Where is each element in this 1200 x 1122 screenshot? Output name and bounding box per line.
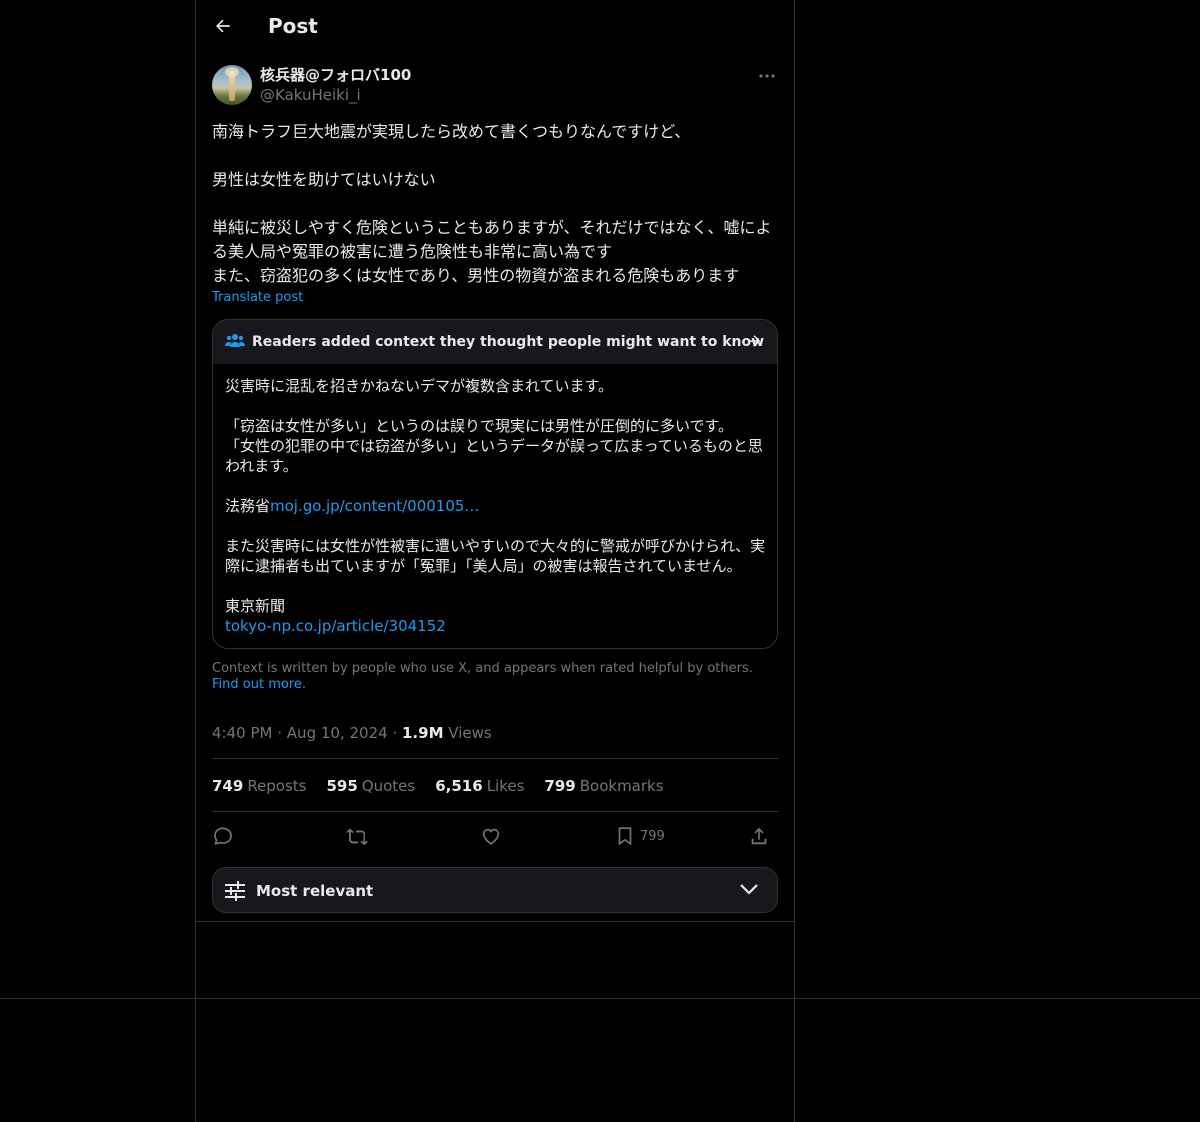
reply-sort-dropdown[interactable]: Most relevant — [212, 867, 778, 913]
like-icon — [482, 828, 500, 845]
more-horizontal-icon — [759, 74, 775, 78]
arrow-right-icon[interactable] — [745, 332, 763, 350]
sort-label: Most relevant — [256, 882, 374, 900]
reply-button[interactable] — [212, 822, 234, 850]
repost-icon — [346, 828, 368, 846]
bookmark-count: 799 — [640, 828, 665, 844]
bookmark-icon — [618, 827, 632, 846]
views-label: Views — [448, 724, 492, 742]
reposts-stat[interactable]: 749 Reposts — [212, 777, 307, 795]
note-source-label: 東京新聞 — [225, 597, 286, 615]
translate-post-link[interactable]: Translate post — [212, 290, 303, 305]
sliders-icon — [225, 881, 245, 901]
note-footer: Context is written by people who use X, … — [212, 661, 772, 693]
note-paragraph: 「窃盗は女性が多い」というのは誤りで現実には男性が圧倒的に多いです。 「女性の犯… — [225, 417, 763, 475]
note-source-label: 法務省 — [225, 497, 271, 515]
post-stats: 749 Reposts 595 Quotes 6,516 Likes 799 Bookm… — [212, 777, 664, 795]
community-note-body: 災害時に混乱を招きかねないデマが複数含まれています。 「窃盗は女性が多い」という… — [225, 376, 767, 636]
author-handle[interactable]: @KakuHeiki_i — [260, 86, 361, 104]
author-display-name[interactable]: 核兵器@フォロバ100 — [260, 64, 411, 85]
divider — [196, 921, 794, 922]
community-note-header[interactable]: Readers added context they thought peopl… — [213, 320, 777, 364]
find-out-more-link[interactable]: Find out more. — [212, 677, 306, 692]
note-paragraph: また災害時には女性が性被害に遭いやすいので大々的に警戒が呼びかけられ、実際に逮捕… — [225, 537, 766, 575]
people-icon — [225, 334, 245, 347]
note-footer-text: Context is written by people who use X, … — [212, 661, 753, 676]
like-button[interactable] — [480, 822, 502, 850]
divider — [212, 758, 778, 759]
divider — [212, 811, 778, 812]
share-icon — [751, 827, 767, 845]
post-date[interactable]: Aug 10, 2024 — [287, 724, 388, 742]
post-meta: 4:40 PM · Aug 10, 2024 · 1.9M Views — [212, 724, 492, 742]
note-link-tokyo-np[interactable]: tokyo-np.co.jp/article/304152 — [225, 617, 446, 635]
post-header: Post — [196, 0, 794, 53]
repost-button[interactable] — [346, 822, 368, 850]
note-paragraph: 災害時に混乱を招きかねないデマが複数含まれています。 — [225, 377, 614, 395]
community-note-title: Readers added context they thought peopl… — [252, 334, 765, 350]
bookmark-button[interactable]: 799 — [614, 822, 665, 850]
page-divider — [0, 998, 1200, 999]
note-source: 法務省moj.go.jp/content/000105… — [225, 496, 767, 516]
avatar[interactable] — [212, 65, 252, 105]
page-title: Post — [268, 14, 318, 38]
more-options-button[interactable] — [754, 66, 780, 86]
bookmarks-stat[interactable]: 799 Bookmarks — [544, 777, 663, 795]
chevron-down-icon — [740, 884, 758, 895]
likes-stat[interactable]: 6,516 Likes — [435, 777, 524, 795]
community-note: Readers added context they thought peopl… — [212, 319, 778, 649]
post-text: 南海トラフ巨大地震が実現したら改めて書くつもりなんですけど、 男性は女性を助けて… — [212, 122, 772, 285]
reply-icon — [214, 827, 232, 845]
right-column-border — [794, 0, 795, 1122]
left-column-border — [195, 0, 196, 1122]
views-count: 1.9M — [402, 724, 444, 742]
post-time[interactable]: 4:40 PM — [212, 724, 272, 742]
arrow-left-icon — [216, 19, 230, 33]
note-link-moj[interactable]: moj.go.jp/content/000105… — [270, 497, 479, 515]
quotes-stat[interactable]: 595 Quotes — [327, 777, 416, 795]
action-bar: 799 — [212, 822, 778, 850]
share-button[interactable] — [748, 822, 770, 850]
back-button[interactable] — [208, 11, 238, 41]
